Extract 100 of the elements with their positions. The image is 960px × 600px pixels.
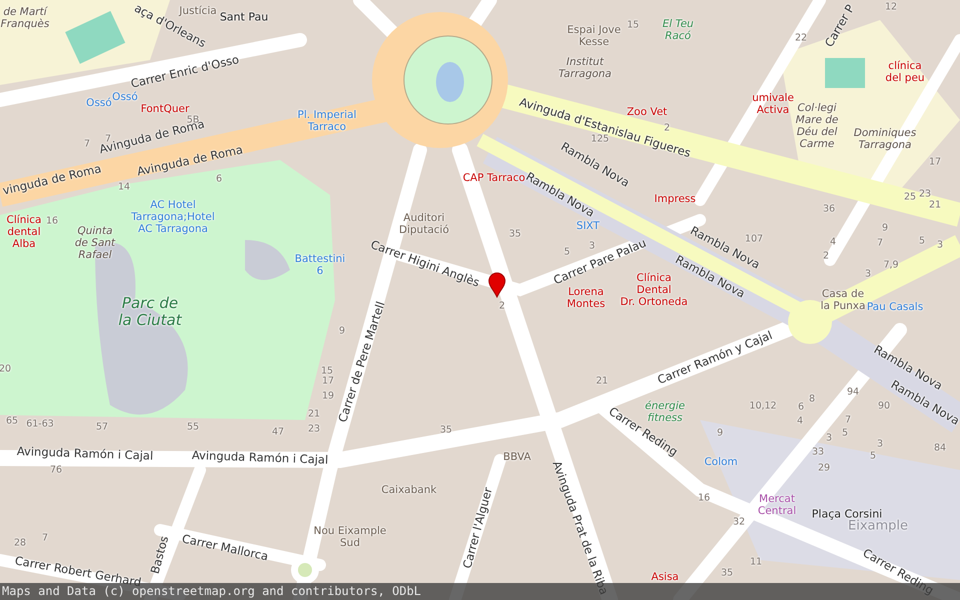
house-number: 2	[664, 124, 670, 134]
street-label: Carrer Mallorca	[180, 532, 270, 564]
place-label: FontQuer	[140, 102, 190, 116]
place-label: Colom	[704, 456, 738, 468]
street-label: Carrer l'Alguer	[460, 486, 496, 570]
house-number: 33	[812, 448, 824, 458]
house-number: 21	[596, 376, 608, 388]
house-number: 9	[716, 428, 724, 440]
place-label: Pau Casals	[866, 300, 924, 314]
place-label: Quinta de Sant Rafael	[74, 224, 116, 262]
place-label: Caixabank	[381, 484, 437, 496]
house-number: 28	[14, 538, 26, 550]
street-label: Carrer Enric d'Osso	[130, 53, 240, 91]
house-number: 7	[876, 238, 884, 250]
place-label: Lorena Montes	[566, 286, 606, 310]
place-label: Espai Jove Kesse	[567, 24, 621, 48]
house-number: 35	[720, 568, 734, 580]
street-label: Avinguda Ramón i Cajal	[192, 449, 328, 467]
place-label: Auditori Diputació	[399, 212, 449, 236]
house-number: 7	[844, 416, 852, 426]
place-label: Casa de la Punxa	[820, 288, 866, 312]
place-label: Nou Eixample Sud	[314, 524, 386, 550]
house-number: 23	[308, 424, 320, 436]
house-number: 5	[918, 236, 926, 248]
house-number: 47	[272, 428, 284, 438]
house-number: 22	[794, 34, 808, 44]
place-label: Impress	[654, 192, 696, 206]
place-label: Mercat Central	[758, 492, 796, 518]
place-label: Ossó	[86, 96, 112, 110]
house-number: 107	[744, 234, 764, 246]
place-label: umivale Activa	[752, 92, 794, 116]
place-label: CAP Tarraco	[462, 172, 526, 184]
house-number: 5	[564, 248, 570, 258]
place-label: SIXT	[576, 220, 600, 232]
place-label: Dominiques Tarragona	[854, 126, 916, 152]
house-number: 21	[308, 410, 320, 420]
house-number: 3	[588, 242, 596, 252]
place-label: Zoo Vet	[626, 106, 668, 118]
house-number: 20	[0, 364, 12, 376]
house-number: 4	[796, 416, 804, 428]
house-number: 29	[818, 464, 830, 474]
place-label: énergie fitness	[645, 400, 685, 424]
house-number: 2	[822, 252, 830, 262]
place-label: Asisa	[651, 570, 679, 584]
house-number: 35	[440, 426, 452, 436]
house-number: 3	[876, 440, 884, 450]
house-number: 7	[42, 534, 48, 544]
house-number: 57	[96, 422, 108, 434]
place-label: El Teu Racó	[662, 18, 694, 42]
house-number: 76	[50, 466, 62, 476]
house-number: 11	[750, 558, 762, 568]
house-number: 19	[322, 392, 334, 402]
house-number: 6	[216, 174, 222, 186]
place-label: Pl. Imperial Tarraco	[298, 108, 356, 134]
place-label: Sant Pau	[220, 12, 268, 24]
house-number: 16	[46, 216, 58, 228]
house-number: 23	[918, 190, 932, 200]
house-number: 55	[186, 422, 200, 434]
house-number: 14	[118, 182, 130, 194]
house-number: 25	[904, 192, 916, 204]
place-label: Battestini 6	[294, 252, 346, 278]
house-number: 6	[798, 402, 804, 414]
house-number: 5	[842, 428, 848, 440]
house-number: 9	[338, 326, 346, 338]
place-label: Col·legi Mare de Déu del Carme	[796, 102, 838, 150]
house-number: 90	[878, 402, 890, 412]
street-label: Avinguda Ramón i Cajal	[16, 445, 154, 463]
house-number: 2	[498, 302, 506, 312]
house-number: 4	[830, 238, 836, 248]
house-number: 7	[84, 140, 90, 150]
place-label: Ossó	[112, 90, 138, 104]
house-number: 3	[864, 270, 872, 280]
street-label: Carrer Higini Anglès	[368, 238, 482, 290]
place-label: Clínica dental Alba	[6, 214, 42, 250]
street-label: vinguda de Roma	[1, 162, 103, 198]
place-label: de Martí Franquès	[0, 6, 50, 30]
house-number: 15	[626, 20, 640, 32]
place-label: Institut Tarragona	[558, 56, 612, 80]
place-label: Plaça Corsini	[812, 508, 882, 521]
house-number: 61-63	[26, 420, 54, 430]
place-label: clínica del peu	[885, 60, 925, 84]
place-label: BBVA	[503, 450, 531, 464]
house-number: 12	[884, 2, 898, 14]
house-number: 94	[846, 388, 860, 398]
house-number: 84	[934, 444, 946, 454]
park-label: Parc de la Ciutat	[118, 294, 182, 330]
house-number: 17	[322, 376, 334, 388]
house-number: 35	[508, 230, 522, 240]
house-number: 15	[320, 366, 334, 377]
house-number: 36	[822, 204, 836, 216]
house-number: 3	[936, 240, 944, 252]
house-number: 3	[826, 434, 832, 444]
district-label: Eixample	[848, 520, 908, 534]
house-number: 10,12	[749, 402, 777, 412]
house-number: 65	[6, 416, 18, 428]
map-pin-icon	[488, 272, 506, 298]
place-label: Clínica Dental Dr. Ortoneda	[620, 272, 688, 308]
street-label: Bastos	[148, 534, 172, 576]
house-number: 8	[808, 394, 816, 406]
house-number: 5	[870, 452, 876, 462]
